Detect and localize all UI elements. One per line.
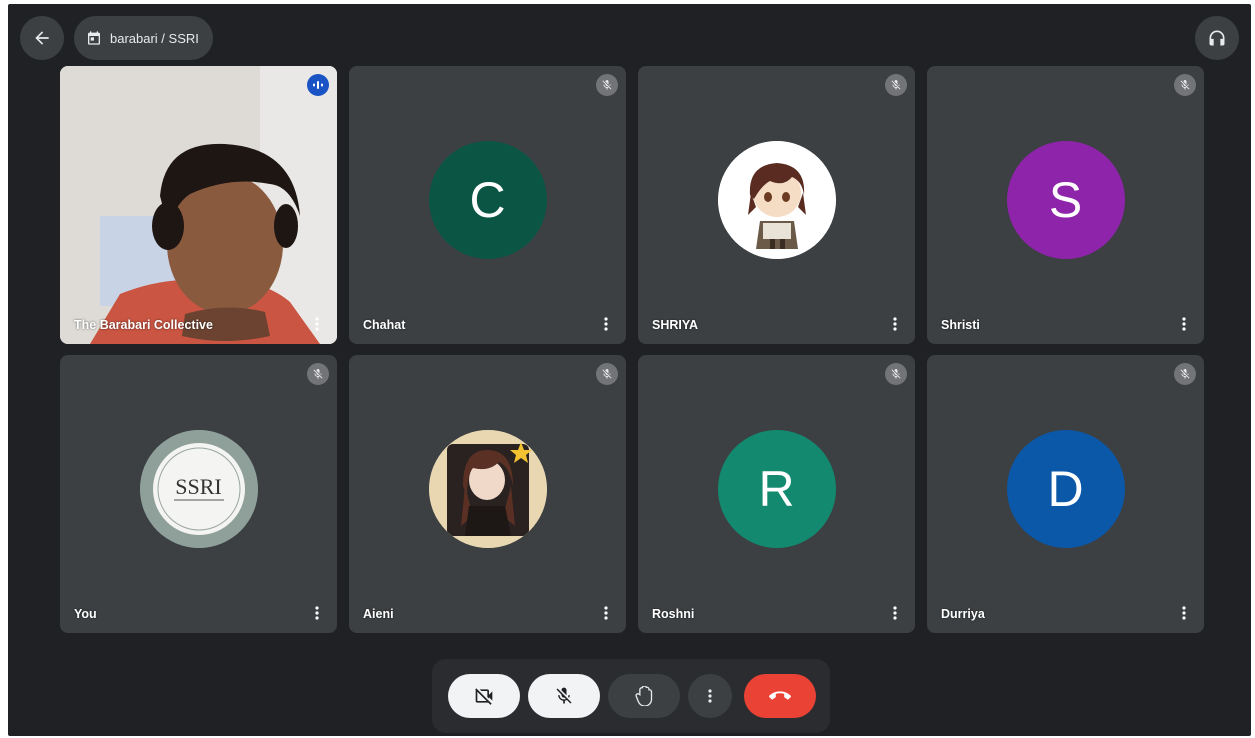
meeting-window: barabari / SSRI The Barabari Collective …: [8, 4, 1251, 736]
audio-level-icon: [313, 81, 323, 89]
participant-name: Roshni: [652, 607, 695, 621]
participant-tile[interactable]: SHRIYA: [638, 66, 915, 344]
participant-tile[interactable]: D Durriya: [927, 355, 1204, 633]
more-vert-icon: [315, 317, 319, 331]
participant-tile[interactable]: SSRI You: [60, 355, 337, 633]
participant-tile[interactable]: Aieni: [349, 355, 626, 633]
participant-avatar: R: [717, 430, 836, 548]
participant-options-button[interactable]: [594, 312, 618, 336]
calendar-icon: [88, 31, 100, 45]
mic-off-icon: [1180, 80, 1190, 90]
hand-icon: [635, 686, 653, 706]
participant-name: The Barabari Collective: [74, 318, 213, 332]
participant-name: Chahat: [363, 318, 406, 332]
participant-tile[interactable]: S Shristi: [927, 66, 1204, 344]
arrow-back-icon: [35, 31, 49, 45]
muted-indicator: [596, 74, 618, 96]
participant-tile[interactable]: R Roshni: [638, 355, 915, 633]
speaking-indicator: [307, 74, 329, 96]
mic-off-icon: [313, 369, 323, 379]
anime-character-avatar: [717, 141, 836, 259]
participant-name: You: [74, 607, 97, 621]
call-end-icon: [769, 691, 791, 700]
call-controls-bar: [432, 659, 830, 733]
participant-video: [60, 66, 337, 344]
mic-off-icon: [891, 80, 901, 90]
more-vert-icon: [893, 317, 897, 331]
headphones-icon: [1209, 30, 1225, 46]
leave-call-button[interactable]: [744, 674, 816, 718]
video-off-icon: [475, 688, 493, 705]
more-vert-icon: [315, 606, 319, 620]
more-options-button[interactable]: [688, 674, 732, 718]
participant-name: Durriya: [941, 607, 985, 621]
more-vert-icon: [1182, 317, 1186, 331]
muted-indicator: [1174, 74, 1196, 96]
participant-options-button[interactable]: [594, 601, 618, 625]
participant-name: Shristi: [941, 318, 980, 332]
raise-hand-button[interactable]: [608, 674, 680, 718]
audio-settings-button[interactable]: [1195, 16, 1239, 60]
more-vert-icon: [708, 689, 712, 703]
mic-off-icon: [602, 80, 612, 90]
mic-off-icon: [891, 369, 901, 379]
participant-options-button[interactable]: [1172, 601, 1196, 625]
anime-girl-avatar: [428, 430, 547, 548]
back-button[interactable]: [20, 16, 64, 60]
mic-off-icon: [1180, 369, 1190, 379]
microphone-toggle-button[interactable]: [528, 674, 600, 718]
participant-tile[interactable]: C Chahat: [349, 66, 626, 344]
meeting-title: barabari / SSRI: [110, 30, 199, 46]
muted-indicator: [885, 74, 907, 96]
more-vert-icon: [604, 317, 608, 331]
ssri-logo-avatar: SSRI: [139, 430, 258, 548]
meeting-title-chip[interactable]: barabari / SSRI: [74, 16, 213, 60]
participant-options-button[interactable]: [883, 312, 907, 336]
more-vert-icon: [1182, 606, 1186, 620]
muted-indicator: [885, 363, 907, 385]
participant-options-button[interactable]: [305, 312, 329, 336]
participant-tile[interactable]: The Barabari Collective: [60, 66, 337, 344]
participant-options-button[interactable]: [305, 601, 329, 625]
ssri-logo-text: SSRI: [175, 474, 222, 499]
participant-avatar: S: [1006, 141, 1125, 259]
participant-avatar: C: [428, 141, 547, 259]
muted-indicator: [1174, 363, 1196, 385]
muted-indicator: [307, 363, 329, 385]
muted-indicator: [596, 363, 618, 385]
participant-options-button[interactable]: [1172, 312, 1196, 336]
participant-name: SHRIYA: [652, 318, 699, 332]
more-vert-icon: [893, 606, 897, 620]
camera-toggle-button[interactable]: [448, 674, 520, 718]
mic-off-icon: [556, 687, 572, 704]
participant-avatar: D: [1006, 430, 1125, 548]
more-vert-icon: [604, 606, 608, 620]
mic-off-icon: [602, 369, 612, 379]
participant-name: Aieni: [363, 607, 394, 621]
participant-options-button[interactable]: [883, 601, 907, 625]
